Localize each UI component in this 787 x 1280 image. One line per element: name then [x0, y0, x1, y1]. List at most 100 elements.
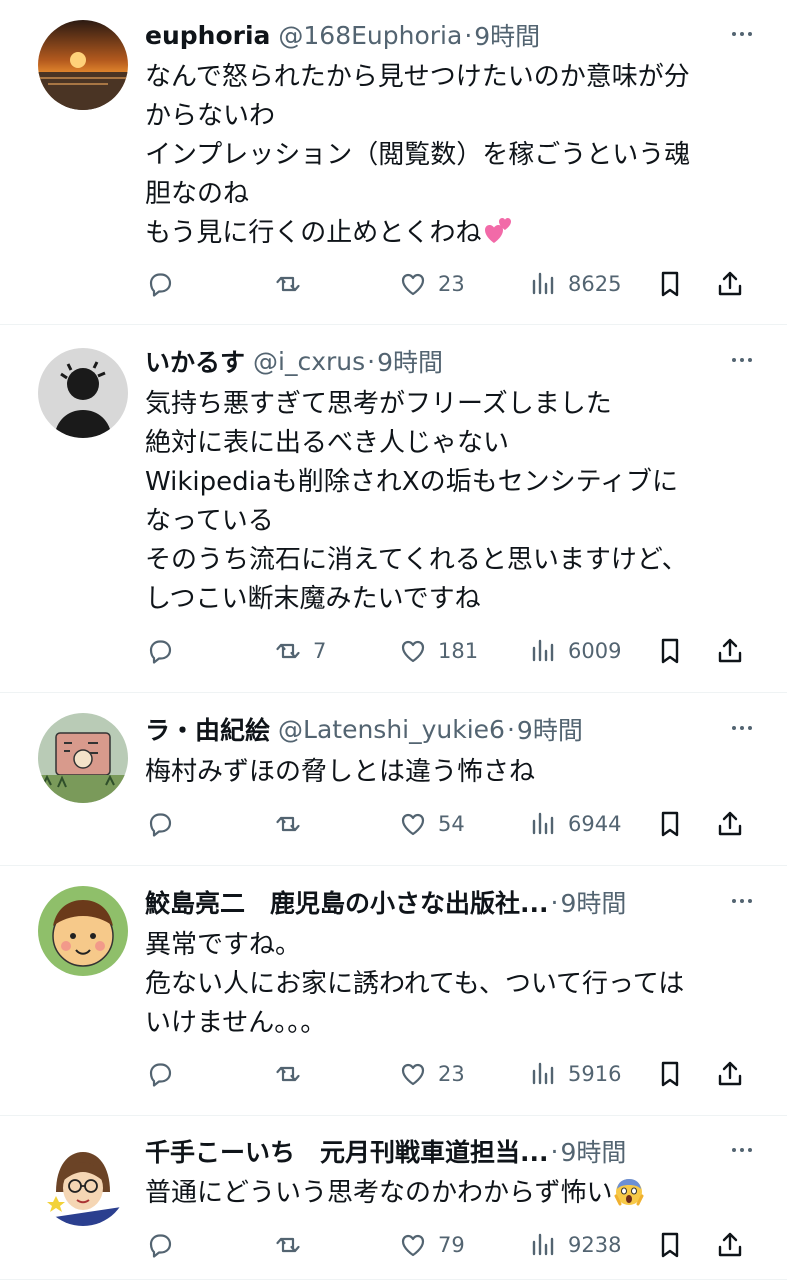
bookmark-icon — [661, 271, 679, 297]
post-header: euphoria @168Euphoria · 9時間 — [145, 17, 757, 53]
more-button[interactable] — [727, 345, 757, 375]
user-handle[interactable]: @Latenshi_yukie6 — [278, 715, 505, 744]
post-text-line: 気持ち悪すぎて思考がフリーズしました — [145, 385, 760, 424]
like-button[interactable]: 23 — [398, 266, 465, 302]
screaming-face-emoji — [614, 1179, 644, 1206]
avatar-image — [38, 713, 128, 803]
timestamp[interactable]: 9時間 — [474, 17, 540, 53]
post-text-content: Wikipediaも削除されXの垢もセンシティブに — [145, 467, 679, 497]
share-button[interactable] — [715, 633, 745, 669]
views-icon — [532, 272, 554, 295]
views-button[interactable]: 6009 — [528, 633, 621, 669]
views-button[interactable]: 8625 — [528, 266, 621, 302]
post-text-content: いけません。。。 — [145, 1008, 327, 1038]
repost-button[interactable] — [273, 1227, 303, 1263]
bookmark-button[interactable] — [655, 1227, 685, 1263]
avatar[interactable] — [38, 886, 128, 976]
views-button[interactable]: 9238 — [528, 1227, 621, 1263]
reply-post[interactable]: euphoria @168Euphoria · 9時間 なんで怒られたから見せつけたいの… — [0, 0, 787, 325]
avatar[interactable] — [38, 348, 128, 438]
like-button[interactable]: 54 — [398, 806, 465, 842]
reply-post[interactable]: いかるす @i_cxrus · 9時間気持ち悪すぎて思考がフリーズしました 絶対に表に出… — [0, 325, 787, 693]
views-icon — [532, 1062, 554, 1085]
reply-post[interactable]: 千手こーいち 元月刊戦車道担当... · 9時間 普通にどういう思考なのかわからず怖い… — [0, 1116, 787, 1280]
reply-button[interactable] — [145, 266, 175, 302]
post-text: なんで怒られたから見せつけたいのか意味が分 からないわ インプレッション（閲覧数）を… — [145, 58, 760, 253]
more-icon — [732, 726, 752, 730]
display-name[interactable]: 鮫島亮二 鹿児島の小さな出版社... — [145, 884, 549, 920]
share-button[interactable] — [715, 1227, 745, 1263]
reply-icon — [149, 273, 172, 297]
likes-count: 54 — [438, 812, 465, 836]
repost-button[interactable] — [273, 266, 303, 302]
like-button[interactable]: 23 — [398, 1056, 465, 1092]
reply-button[interactable] — [145, 1056, 175, 1092]
bookmark-button[interactable] — [655, 806, 685, 842]
repost-button[interactable] — [273, 806, 303, 842]
reply-post[interactable]: ラ・由紀絵 @Latenshi_yukie6 · 9時間 梅村みずほの脅しとは違う怖さね… — [0, 693, 787, 866]
bookmark-button[interactable] — [655, 1056, 685, 1092]
post-text-line: 絶対に表に出るべき人じゃない — [145, 424, 760, 463]
user-handle[interactable]: @i_cxrus — [253, 347, 365, 376]
heart-icon — [401, 1063, 425, 1086]
post-text-line: 普通にどういう思考なのかわからず怖い — [145, 1174, 760, 1213]
post-text-content: 梅村みずほの脅しとは違う怖さね — [145, 757, 536, 787]
avatar-image — [38, 20, 128, 110]
timestamp[interactable]: 9時間 — [560, 1133, 626, 1169]
views-count: 8625 — [568, 272, 622, 296]
post-text-line: なんで怒られたから見せつけたいのか意味が分 — [145, 58, 760, 97]
more-button[interactable] — [727, 1135, 757, 1165]
post-text-line: 危ない人にお家に誘われても、ついて行っては — [145, 965, 760, 1004]
like-button[interactable]: 79 — [398, 1227, 465, 1263]
screaming-face-emoji — [614, 1176, 644, 1206]
views-button[interactable]: 6944 — [528, 806, 621, 842]
like-button[interactable]: 181 — [398, 633, 478, 669]
avatar-image — [38, 886, 128, 976]
share-button[interactable] — [715, 1056, 745, 1092]
timestamp[interactable]: 9時間 — [560, 884, 626, 920]
more-icon — [732, 358, 752, 362]
share-button[interactable] — [715, 806, 745, 842]
reply-button[interactable] — [145, 633, 175, 669]
post-text-content: 胆なのね — [145, 179, 250, 209]
display-name[interactable]: いかるす — [145, 343, 245, 379]
post-text-content: からないわ — [145, 101, 276, 131]
post-text-content: 異常ですね。 — [145, 930, 302, 960]
bookmark-icon — [661, 811, 679, 837]
more-button[interactable] — [727, 19, 757, 49]
views-button[interactable]: 5916 — [528, 1056, 621, 1092]
post-text-line: そのうち流石に消えてくれると思いますけど、 — [145, 541, 760, 580]
separator-dot: · — [367, 346, 376, 376]
timestamp[interactable]: 9時間 — [377, 343, 443, 379]
reply-post[interactable]: 鮫島亮二 鹿児島の小さな出版社... · 9時間 異常ですね。 危ない人にお家に誘われて… — [0, 866, 787, 1116]
bookmark-button[interactable] — [655, 266, 685, 302]
post-text-content: もう見に行くの止めとくわね — [145, 218, 482, 248]
reply-button[interactable] — [145, 806, 175, 842]
display-name[interactable]: 千手こーいち 元月刊戦車道担当... — [145, 1133, 549, 1169]
user-handle[interactable]: @168Euphoria — [278, 21, 462, 50]
reply-button[interactable] — [145, 1227, 175, 1263]
views-icon — [532, 1233, 554, 1256]
avatar-image — [38, 348, 128, 438]
more-icon — [732, 1148, 752, 1152]
post-text: 梅村みずほの脅しとは違う怖さね — [145, 753, 760, 792]
timestamp[interactable]: 9時間 — [517, 711, 583, 747]
display-name[interactable]: ラ・由紀絵 — [145, 711, 270, 747]
more-button[interactable] — [727, 886, 757, 916]
heart-icon — [401, 273, 425, 296]
share-button[interactable] — [715, 266, 745, 302]
more-button[interactable] — [727, 713, 757, 743]
repost-button[interactable] — [273, 1056, 303, 1092]
bookmark-button[interactable] — [655, 633, 685, 669]
avatar[interactable] — [38, 20, 128, 110]
repost-button[interactable]: 7 — [273, 633, 326, 669]
post-text-content: 普通にどういう思考なのかわからず怖い — [145, 1178, 613, 1208]
views-count: 9238 — [568, 1233, 622, 1257]
avatar-image — [38, 1136, 128, 1226]
reply-icon — [149, 1234, 172, 1258]
avatar[interactable] — [38, 1136, 128, 1226]
avatar[interactable] — [38, 713, 128, 803]
repost-icon — [276, 816, 300, 832]
share-icon — [718, 638, 742, 663]
display-name[interactable]: euphoria — [145, 21, 270, 50]
